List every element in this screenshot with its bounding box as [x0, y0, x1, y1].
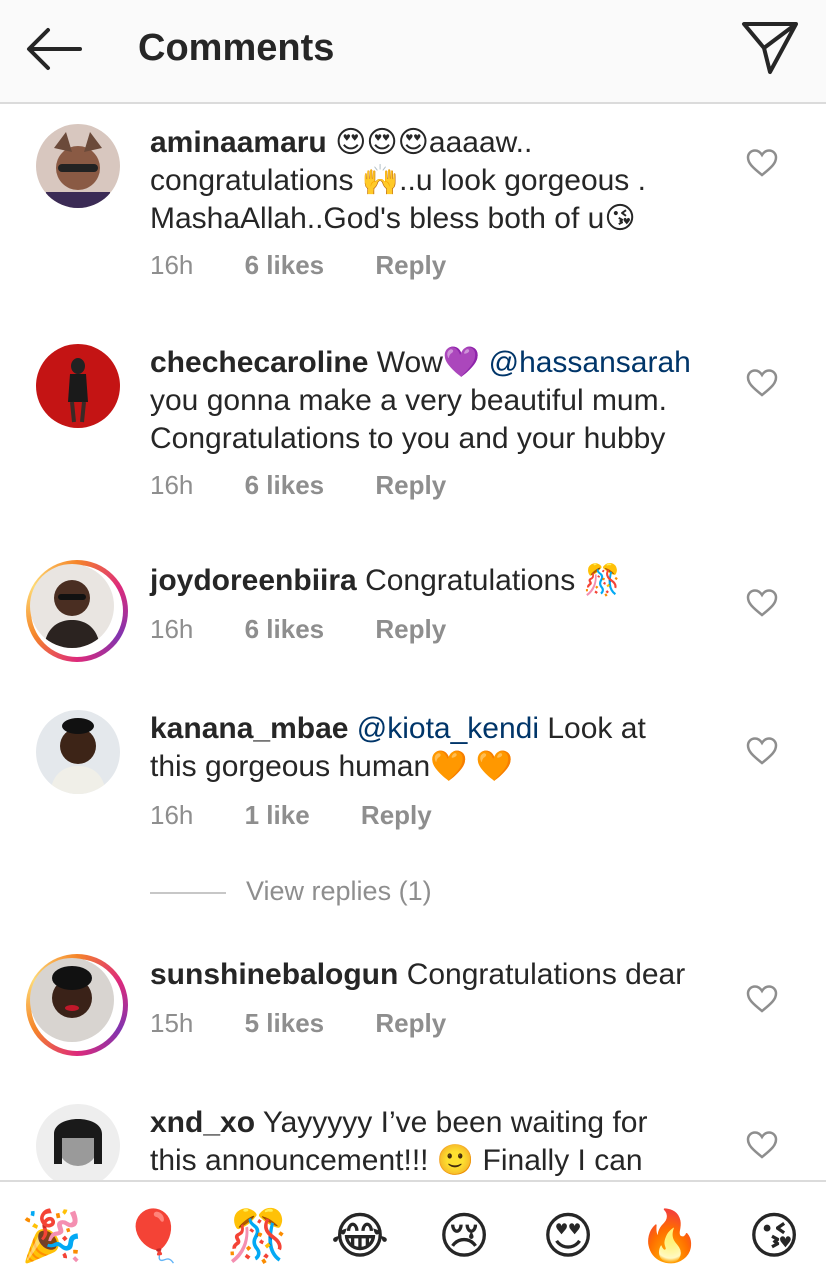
avatar[interactable] [36, 344, 120, 428]
likes-count[interactable]: 5 likes [245, 1008, 325, 1039]
comment-text: chechecaroline Wow💜 @hassansarah you gon… [150, 344, 720, 458]
comment-text-lead: Congratulations 🎊 [365, 564, 621, 597]
user-photo [30, 958, 114, 1042]
comment-text-lead: Congratulations dear [406, 958, 686, 991]
likes-count[interactable]: 6 likes [245, 250, 325, 281]
avatar[interactable] [36, 1104, 120, 1180]
arrow-left-icon[interactable] [22, 22, 86, 76]
heart-icon[interactable] [746, 148, 778, 178]
comment-time: 16h [150, 250, 194, 280]
comment-username[interactable]: joydoreenbiira [150, 564, 357, 597]
divider-line [150, 892, 226, 894]
comment-username[interactable]: chechecaroline [150, 346, 368, 379]
comment-meta: 16h 6 likes Reply [150, 614, 490, 648]
heart-icon[interactable] [746, 736, 778, 766]
comment-username[interactable]: xnd_xo [150, 1106, 255, 1139]
likes-count[interactable]: 6 likes [245, 470, 325, 501]
crying-face-emoji-icon[interactable]: 😢 [432, 1204, 496, 1268]
comment-text: joydoreenbiira Congratulations 🎊 [150, 562, 720, 600]
comment-text-lead: Wow💜 [376, 346, 481, 379]
party-popper-emoji-icon[interactable]: 🎉 [20, 1204, 84, 1268]
comment-text-line: 😍😍😍aaaaw.. [335, 126, 533, 159]
user-photo [30, 564, 114, 648]
comment-text-line: this gorgeous human🧡 🧡 [150, 750, 514, 783]
comment-text-line: this announcement!!! 🙂 Finally I can [150, 1144, 643, 1177]
mention-link[interactable]: @hassansarah [489, 346, 691, 379]
comment-meta: 15h 5 likes Reply [150, 1008, 490, 1042]
comment-text: xnd_xo Yayyyyy I’ve been waiting for thi… [150, 1104, 720, 1180]
user-photo [36, 344, 120, 428]
comment-username[interactable]: sunshinebalogun [150, 958, 398, 991]
mention-link[interactable]: @kiota_kendi [357, 712, 539, 745]
reply-button[interactable]: Reply [375, 1008, 446, 1039]
story-ring-avatar[interactable] [26, 560, 128, 662]
reply-button[interactable]: Reply [375, 250, 446, 281]
comment-text: aminaamaru 😍😍😍aaaaw.. congratulations 🙌.… [150, 124, 720, 238]
comment-text-line: Congratulations to you and your hubby [150, 422, 666, 455]
heart-icon[interactable] [746, 984, 778, 1014]
avatar[interactable] [36, 710, 120, 794]
comment-time: 16h [150, 800, 194, 830]
comment-item: xnd_xo Yayyyyy I’ve been waiting for thi… [0, 1104, 826, 1180]
likes-count[interactable]: 6 likes [245, 614, 325, 645]
comment-time: 16h [150, 614, 194, 644]
comment-meta: 16h 6 likes Reply [150, 250, 490, 284]
comment-text-line: MashaAllah..God's bless both of u😘 [150, 202, 636, 235]
comment-text: kanana_mbae @kiota_kendi Look at this go… [150, 710, 720, 786]
comment-text: sunshinebalogun Congratulations dear [150, 956, 720, 994]
comment-username[interactable]: kanana_mbae [150, 712, 348, 745]
reply-button[interactable]: Reply [361, 800, 432, 831]
kiss-emoji-icon[interactable]: 😘 [742, 1204, 806, 1268]
comment-meta: 16h 1 like Reply [150, 800, 476, 834]
user-photo [36, 124, 120, 212]
heart-icon[interactable] [746, 1130, 778, 1160]
avatar[interactable] [36, 124, 120, 212]
reply-button[interactable]: Reply [375, 470, 446, 501]
comment-username[interactable]: aminaamaru [150, 126, 327, 159]
heart-eyes-emoji-icon[interactable]: 😍 [536, 1204, 600, 1268]
view-replies-label[interactable]: View replies (1) [246, 876, 432, 907]
comment-time: 15h [150, 1008, 194, 1038]
heart-icon[interactable] [746, 368, 778, 398]
comment-text-lead: Look at [547, 712, 646, 745]
balloon-emoji-icon[interactable]: 🎈 [122, 1204, 186, 1268]
header-bar: Comments [0, 0, 826, 104]
paper-plane-icon[interactable] [740, 18, 800, 78]
user-photo [36, 710, 120, 794]
user-photo [36, 1104, 120, 1180]
comment-time: 16h [150, 470, 194, 500]
tears-of-joy-emoji-icon[interactable]: 😂 [328, 1204, 392, 1268]
comment-text-line: you gonna make a very beautiful mum. [150, 384, 667, 417]
emoji-quick-bar: 🎉 🎈 🎊 😂 😢 😍 🔥 😘 [0, 1180, 826, 1280]
likes-count[interactable]: 1 like [245, 800, 310, 831]
story-ring-avatar[interactable] [26, 954, 128, 1056]
comment-meta: 16h 6 likes Reply [150, 470, 490, 504]
fire-emoji-icon[interactable]: 🔥 [638, 1204, 702, 1268]
comment-text-line: congratulations 🙌..u look gorgeous . [150, 164, 646, 197]
page-title: Comments [138, 27, 335, 69]
confetti-ball-emoji-icon[interactable]: 🎊 [226, 1204, 290, 1268]
comment-text-lead: Yayyyyy I’ve been waiting for [262, 1106, 648, 1139]
reply-button[interactable]: Reply [375, 614, 446, 645]
heart-icon[interactable] [746, 588, 778, 618]
